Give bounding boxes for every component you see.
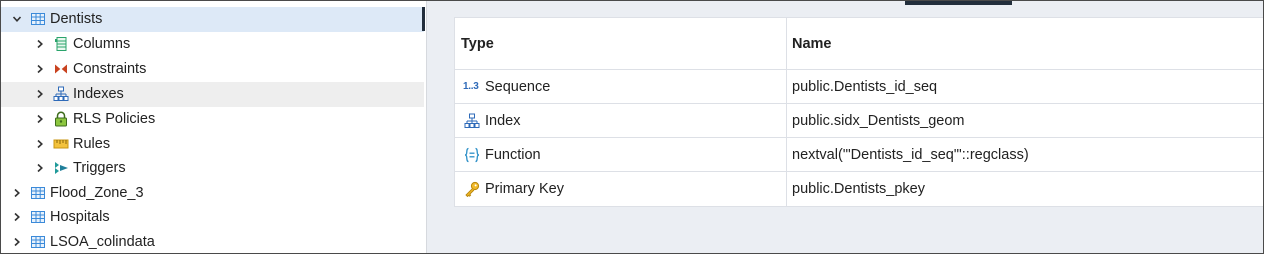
type-text: Index: [485, 112, 521, 129]
index-icon: [53, 86, 69, 102]
chevron-right-icon[interactable]: [35, 64, 45, 74]
tree-item-label: Indexes: [73, 86, 124, 103]
tree-item-constraints[interactable]: Constraints: [1, 57, 424, 82]
chevron-right-icon[interactable]: [35, 89, 45, 99]
dependencies-table: Type Name 1..3 Sequence public.Dentists_…: [454, 17, 1263, 207]
table-icon: [30, 209, 46, 225]
name-text: public.sidx_Dentists_geom: [792, 112, 965, 129]
tree-item-rules[interactable]: Rules: [1, 132, 424, 157]
header-name[interactable]: Name: [792, 18, 832, 69]
name-cell: public.sidx_Dentists_geom: [792, 104, 964, 137]
table-row[interactable]: Function nextval('"Dentists_id_seq"'::re…: [455, 138, 1263, 172]
tree-item-hospitals[interactable]: Hospitals: [1, 205, 424, 230]
chevron-right-icon[interactable]: [12, 237, 22, 247]
name-text: public.Dentists_pkey: [792, 181, 925, 197]
name-text: nextval('"Dentists_id_seq"'::regclass): [792, 146, 1029, 163]
index-icon: [463, 113, 481, 129]
header-type[interactable]: Type: [461, 18, 494, 69]
tree-item-label: Hospitals: [50, 209, 110, 226]
tree-item-indexes[interactable]: Indexes: [1, 82, 424, 107]
sequence-icon: 1..3: [463, 81, 479, 92]
chevron-right-icon[interactable]: [35, 163, 45, 173]
tree-item-label: Constraints: [73, 61, 147, 78]
tree-item-label: LSOA_colindata: [50, 234, 155, 251]
type-text: Primary Key: [485, 181, 564, 197]
active-tab-indicator: [905, 1, 1012, 5]
type-text: Function: [485, 146, 541, 163]
trigger-icon: [53, 160, 69, 176]
tree-scroll-indicator[interactable]: [422, 7, 425, 31]
table-row[interactable]: Index public.sidx_Dentists_geom: [455, 104, 1263, 138]
lock-icon: [53, 111, 69, 127]
window-frame: Dentists Columns Constraints Indexes RLS…: [0, 0, 1264, 254]
tree-item-triggers[interactable]: Triggers: [1, 156, 424, 181]
tree-item-label: Flood_Zone_3: [50, 185, 144, 202]
columns-icon: [53, 36, 69, 52]
function-icon: [463, 147, 481, 163]
chevron-down-icon[interactable]: [12, 14, 22, 24]
table-icon: [30, 185, 46, 201]
tree-item-rls-policies[interactable]: RLS Policies: [1, 107, 424, 132]
name-cell: public.Dentists_pkey: [792, 172, 925, 206]
name-cell: public.Dentists_id_seq: [792, 70, 937, 103]
tree-item-label: Triggers: [73, 160, 126, 177]
name-text: public.Dentists_id_seq: [792, 78, 938, 95]
chevron-right-icon[interactable]: [35, 139, 45, 149]
tree-item-label: Dentists: [50, 11, 103, 28]
table-header: Type Name: [455, 18, 1263, 70]
table-row[interactable]: Primary Key public.Dentists_pkey: [455, 172, 1263, 206]
properties-panel: Type Name 1..3 Sequence public.Dentists_…: [426, 1, 1263, 253]
type-text: Sequence: [485, 78, 551, 95]
header-name-label: Name: [792, 35, 832, 52]
tree-item-columns[interactable]: Columns: [1, 32, 424, 57]
type-cell: Index: [461, 104, 520, 137]
table-row[interactable]: 1..3 Sequence public.Dentists_id_seq: [455, 70, 1263, 104]
tree-item-flood-zone-3[interactable]: Flood_Zone_3: [1, 181, 424, 206]
constraints-icon: [53, 61, 69, 77]
tree-item-label: RLS Policies: [73, 111, 156, 128]
rules-icon: [53, 136, 69, 152]
type-cell: 1..3 Sequence: [461, 70, 550, 103]
tree-item-label: Columns: [73, 36, 131, 53]
chevron-right-icon[interactable]: [35, 39, 45, 49]
header-type-label: Type: [461, 35, 494, 52]
table-icon: [30, 234, 46, 250]
table-icon: [30, 11, 46, 27]
chevron-right-icon[interactable]: [12, 188, 22, 198]
type-cell: Primary Key: [461, 172, 564, 206]
tree-item-lsoa-colindata[interactable]: LSOA_colindata: [1, 230, 424, 253]
object-tree: Dentists Columns Constraints Indexes RLS…: [1, 1, 426, 253]
tree-item-label: Rules: [73, 136, 111, 153]
tree-item-dentists[interactable]: Dentists: [1, 7, 424, 32]
chevron-right-icon[interactable]: [12, 212, 22, 222]
type-cell: Function: [461, 138, 541, 171]
name-cell: nextval('"Dentists_id_seq"'::regclass): [792, 138, 1029, 171]
chevron-right-icon[interactable]: [35, 114, 45, 124]
key-icon: [463, 181, 481, 197]
